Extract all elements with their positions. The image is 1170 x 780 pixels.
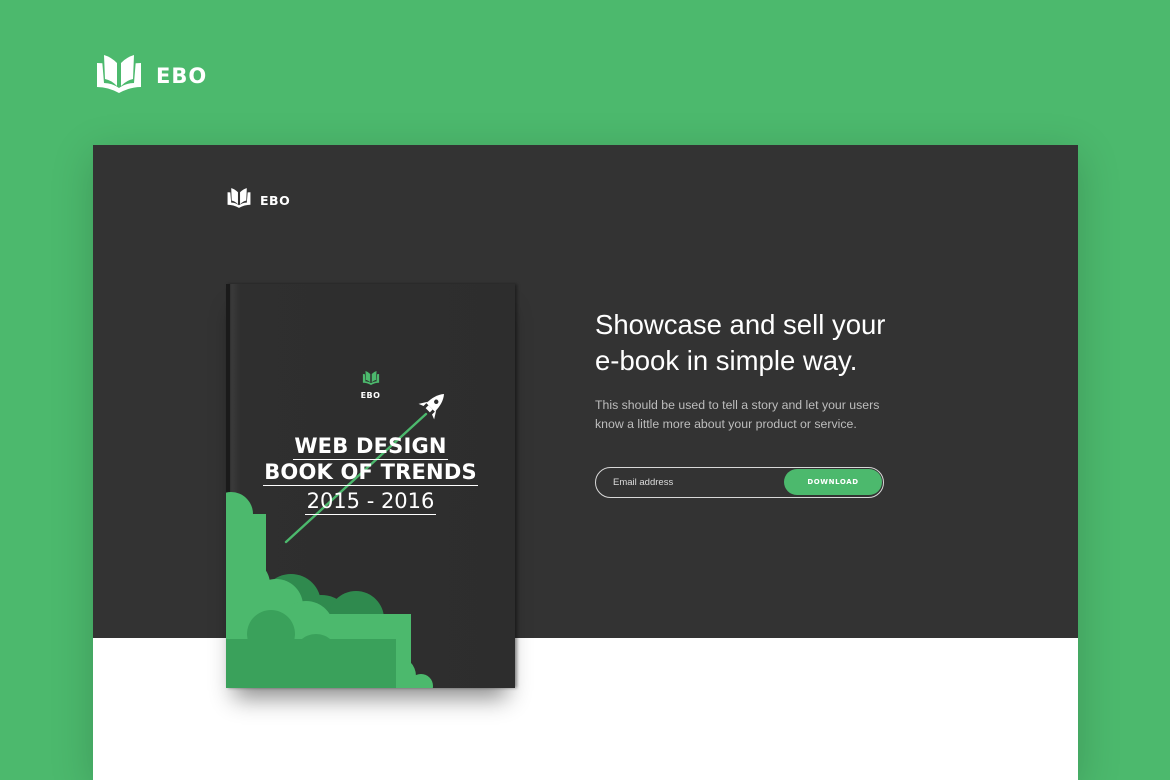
outer-logo[interactable]: EBO bbox=[94, 55, 207, 97]
email-download-form: DOWNLOAD bbox=[595, 467, 884, 498]
email-input[interactable] bbox=[613, 474, 778, 491]
ebook-cover: EBO WEB DESIGN BOOK OF TRENDS 2015 - 201… bbox=[226, 284, 515, 688]
description-line-2: know a little more about your product or… bbox=[595, 417, 857, 431]
hero-headline: Showcase and sell your e-book in simple … bbox=[595, 307, 955, 379]
brand-name: EBO bbox=[156, 64, 208, 88]
book-title-line-1: WEB DESIGN bbox=[293, 434, 448, 460]
book-logo-icon bbox=[361, 370, 381, 389]
header-brand-name: EBO bbox=[260, 192, 291, 208]
book-logo-icon bbox=[226, 188, 252, 212]
book-logo-icon bbox=[94, 55, 144, 97]
book-title-line-2: BOOK OF TRENDS bbox=[263, 460, 478, 486]
landing-page-frame: EBO Showcase and sell your e-book in sim… bbox=[93, 145, 1078, 780]
description-line-1: This should be used to tell a story and … bbox=[595, 398, 880, 412]
book-title-years: 2015 - 2016 bbox=[304, 489, 437, 515]
book-cover-title: WEB DESIGN BOOK OF TRENDS 2015 - 2016 bbox=[226, 434, 515, 515]
book-cover-brand: EBO bbox=[360, 391, 381, 400]
headline-line-2: e-book in simple way. bbox=[595, 345, 858, 376]
download-button[interactable]: DOWNLOAD bbox=[784, 469, 882, 495]
hero-description: This should be used to tell a story and … bbox=[595, 396, 915, 434]
book-cover-logo: EBO bbox=[226, 370, 515, 400]
headline-line-1: Showcase and sell your bbox=[595, 309, 886, 340]
header-logo[interactable]: EBO bbox=[226, 188, 290, 212]
